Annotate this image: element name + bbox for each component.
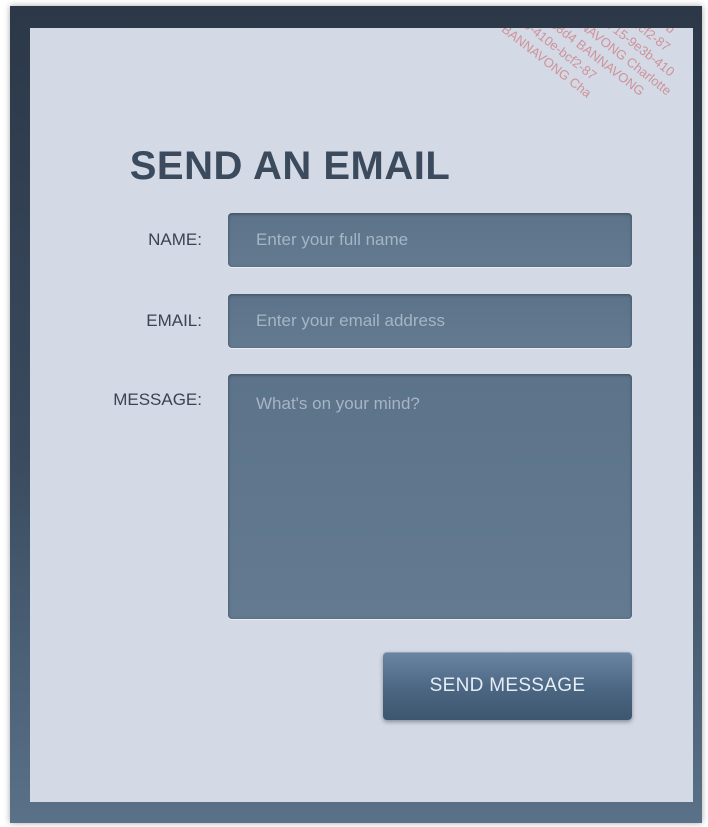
contact-form-card: e6b6b715-9e3b-410e-b 7815-9e3b-410e-bcf2… [30,28,693,802]
name-label: NAME: [148,230,202,249]
email-field[interactable] [228,294,632,348]
watermark-line: 88d4 BANNAVONG Charlotte [530,28,675,99]
watermark-line: ssack - e6b6b715-9e3b-410 [540,28,693,140]
form-title: SEND AN EMAIL [129,144,451,188]
watermark-line: 7815-9e3b-410e-bcf2-87 [551,28,693,127]
name-field[interactable] [228,213,632,267]
watermark-line: e6b6b715-9e3b-410e-b [561,28,693,114]
message-label: MESSAGE: [113,390,202,409]
email-label: EMAIL: [146,311,202,330]
send-message-button[interactable]: SEND MESSAGE [383,652,632,720]
message-textarea[interactable] [228,374,632,619]
